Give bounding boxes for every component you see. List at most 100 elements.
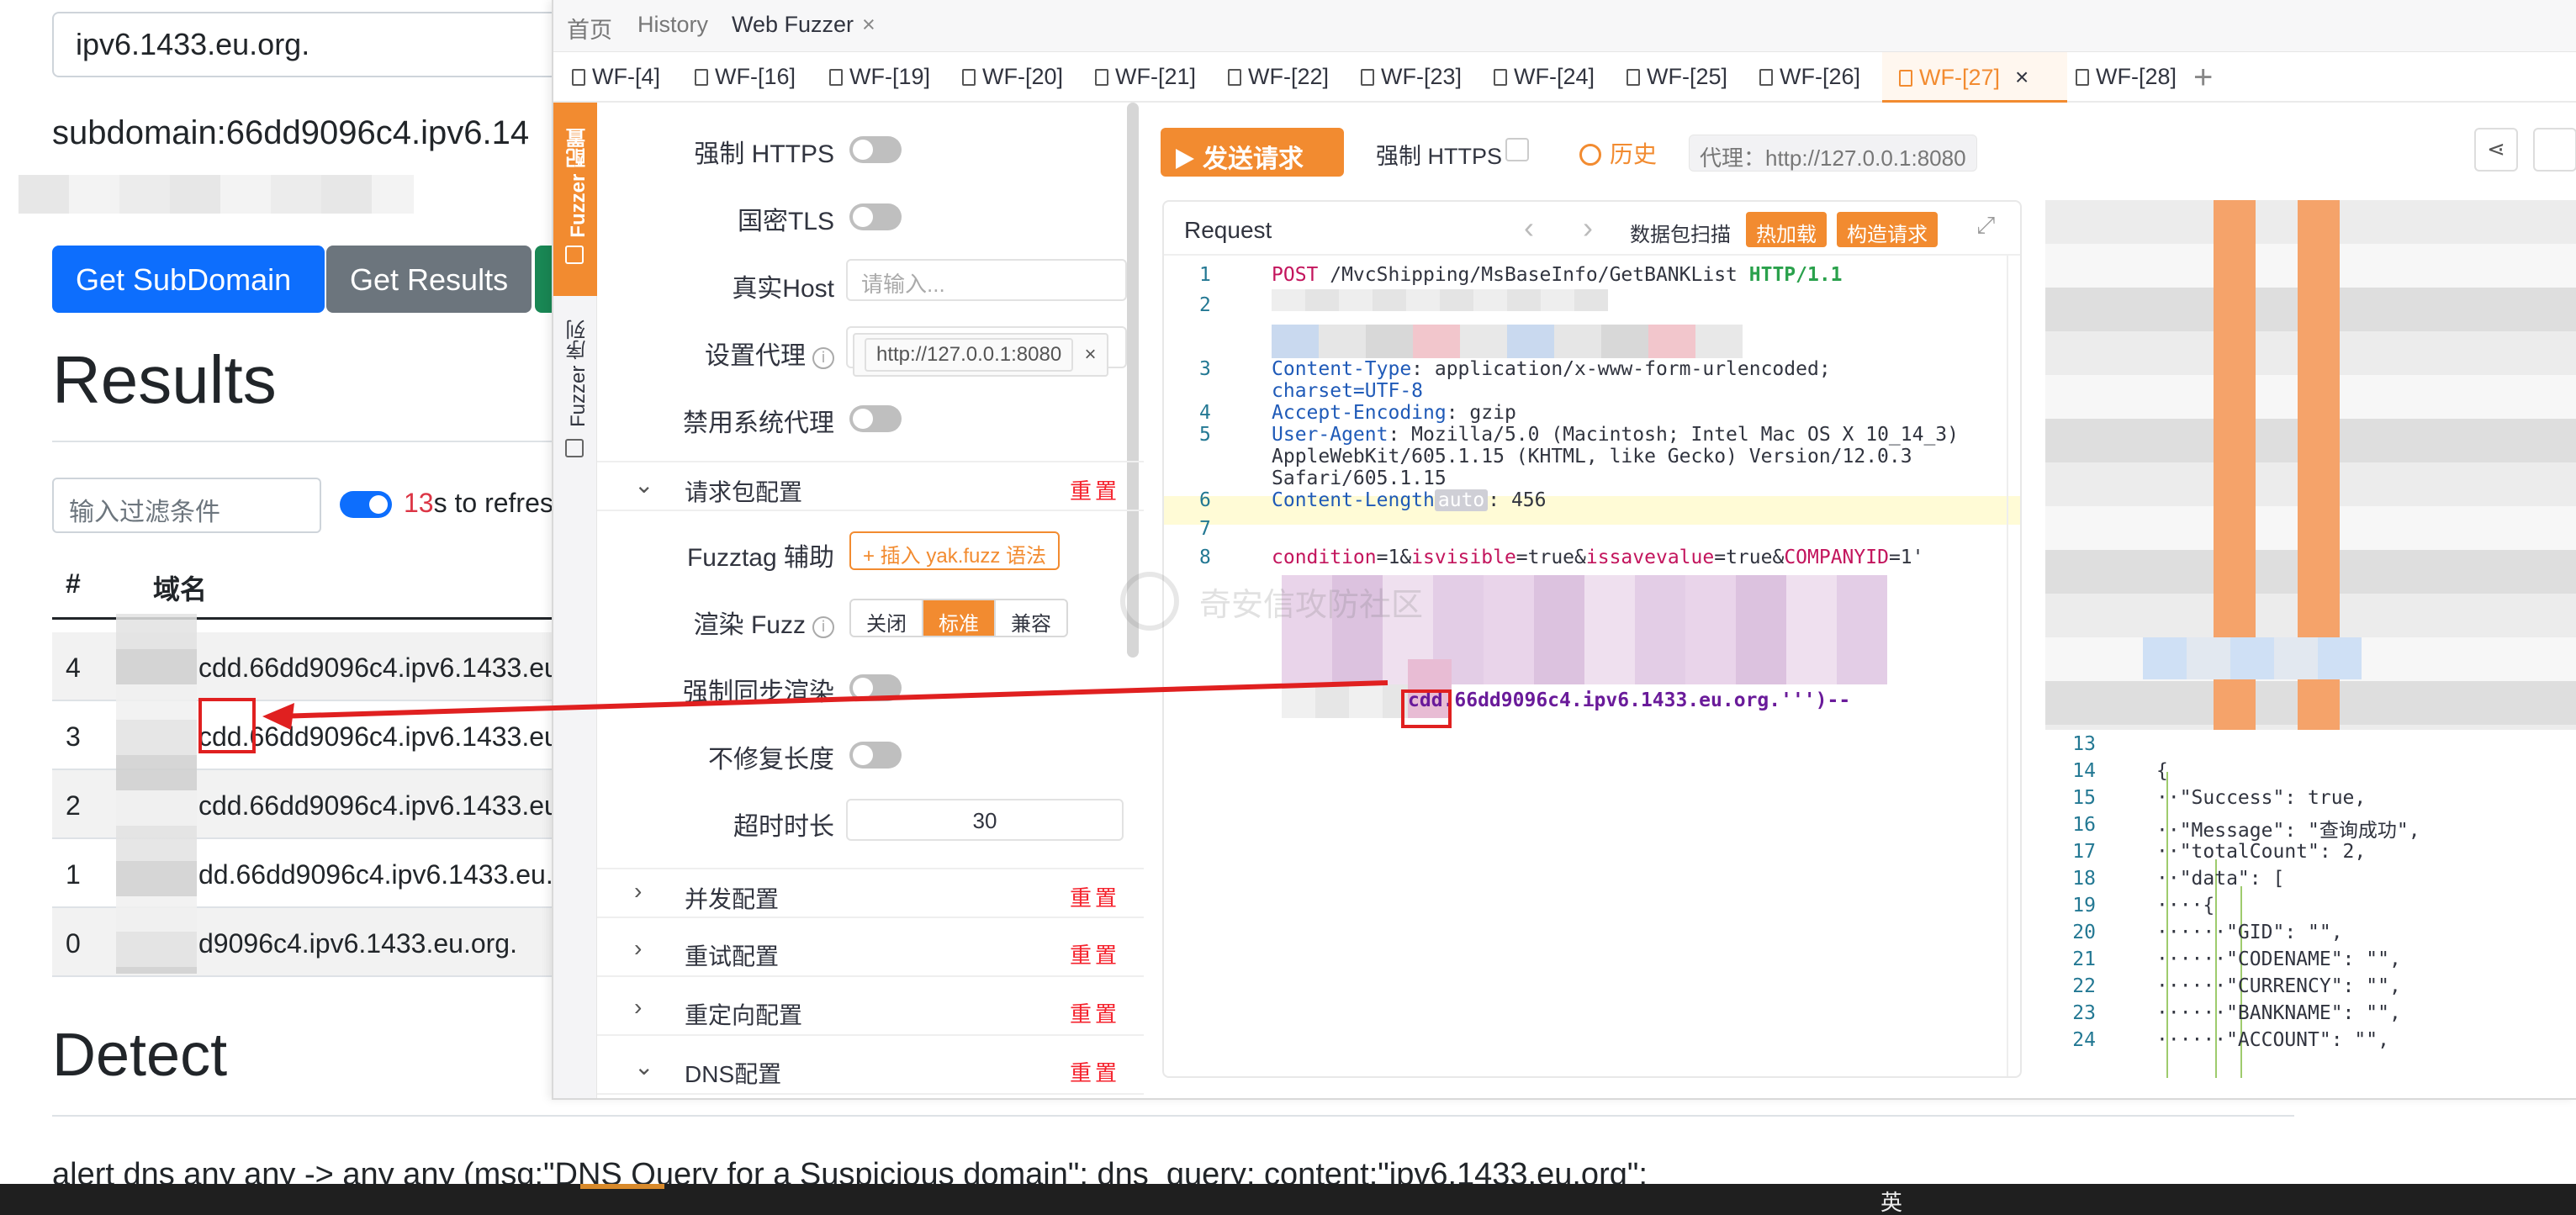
redirect-section[interactable]: › 重定向配置 重置 — [597, 985, 1144, 1036]
fuzzer-side-strip: Fuzzer 配置 Fuzzer 序列 — [553, 103, 597, 1098]
fuzzer-tab-label: WF-[23] — [1381, 64, 1463, 89]
concurrency-section[interactable]: › 并发配置 重置 — [597, 868, 1144, 918]
fuzzer-tab[interactable]: WF-[4] — [572, 64, 660, 90]
close-icon[interactable]: × — [2015, 64, 2029, 90]
guomi-tls-label: 国密TLS — [737, 208, 834, 235]
toolbar-https-checkbox[interactable] — [1505, 138, 1529, 161]
tab-home[interactable]: 首页 — [567, 12, 612, 45]
fuzzer-tab[interactable]: WF-[25] — [1627, 64, 1727, 90]
history-button[interactable]: 历史 — [1579, 136, 1657, 170]
force-https-switch[interactable] — [849, 136, 902, 163]
section-title: 重定向配置 — [685, 1002, 803, 1028]
filter-input[interactable]: 输入过滤条件 — [52, 478, 321, 533]
render-option-off[interactable]: 关闭 — [851, 600, 923, 636]
expand-icon[interactable]: ⤢ — [1976, 212, 1995, 240]
tab-history[interactable]: History — [637, 12, 708, 38]
request-pkg-section[interactable]: ⌄ 请求包配置 重置 — [597, 461, 1144, 511]
row-index: 3 — [66, 721, 81, 752]
response-line: ··"Success": true, — [2156, 787, 2367, 809]
request-path: /MvcShipping/MsBaseInfo/GetBANKList — [1318, 264, 1749, 286]
domain-input[interactable]: ipv6.1433.eu.org. — [52, 12, 590, 77]
get-results-button[interactable]: Get Results — [326, 246, 532, 313]
ime-indicator[interactable]: 英 — [1880, 1186, 1902, 1215]
fuzzer-tab-label: WF-[20] — [982, 64, 1064, 89]
fuzzer-tab[interactable]: WF-[19] — [829, 64, 930, 90]
add-tab-icon[interactable]: + — [2193, 59, 2213, 97]
fuzzer-tab[interactable]: WF-[21] — [1095, 64, 1196, 90]
tab-web-fuzzer[interactable]: Web Fuzzer × — [732, 12, 875, 38]
fuzzer-tab-label: WF-[28] — [2096, 64, 2177, 89]
document-icon — [1095, 69, 1108, 86]
chevron-down-icon: ⌄ — [634, 472, 654, 498]
auto-badge: auto — [1434, 489, 1489, 511]
retry-section[interactable]: › 重试配置 重置 — [597, 927, 1144, 977]
header-value: : 456 — [1488, 489, 1547, 511]
table-header-index: # — [66, 568, 81, 599]
fuzzer-config-side-tab[interactable]: Fuzzer 配置 — [553, 103, 597, 296]
tab-web-fuzzer-label: Web Fuzzer — [732, 12, 854, 37]
response-line: ······"CODENAME": "", — [2156, 948, 2401, 970]
line-number: 19 — [2072, 895, 2096, 917]
row-domain: dd.66dd9096c4.ipv6.1433.eu. — [198, 859, 553, 890]
reset-button[interactable]: 重置 — [1070, 474, 1120, 505]
payload-dns-line: cdd.66dd9096c4.ipv6.1433.eu.org.''')-- — [1408, 689, 1851, 711]
info-icon: i — [812, 616, 834, 638]
packet-scan-button[interactable]: 数据包扫描 — [1620, 212, 1741, 247]
history-nav-arrows[interactable]: ‹ › — [1524, 210, 1613, 246]
line-number: 13 — [2072, 733, 2096, 755]
header-key: Content-Type — [1272, 358, 1412, 380]
reset-button[interactable]: 重置 — [1070, 1056, 1120, 1087]
response-editor[interactable]: 13 14 { 15 ··"Success": true, 16 ··"Mess… — [2034, 733, 2576, 1078]
render-option-compat[interactable]: 兼容 — [996, 600, 1066, 636]
fuzzer-tab[interactable]: WF-[20] — [962, 64, 1063, 90]
request-header: Request ‹ › 数据包扫描 热加载 构造请求 ⤢ — [1164, 202, 2020, 256]
hot-reload-button[interactable]: 热加载 — [1746, 212, 1827, 247]
line-number: 6 — [1199, 489, 1211, 511]
chevron-right-icon: › — [634, 878, 643, 904]
row-domain: d9096c4.ipv6.1433.eu.org. — [198, 928, 517, 959]
proxy-tag-value: http://127.0.0.1:8080 — [865, 338, 1074, 372]
fuzzer-tab[interactable]: WF-[28] — [2076, 64, 2177, 90]
no-fix-length-switch[interactable] — [849, 742, 902, 769]
guomi-tls-switch[interactable] — [849, 203, 902, 230]
real-host-input[interactable]: 请输入... — [846, 259, 1127, 301]
send-request-button[interactable]: 发送请求 — [1161, 128, 1344, 177]
reset-button[interactable]: 重置 — [1070, 881, 1120, 912]
render-option-standard[interactable]: 标准 — [923, 600, 996, 636]
send-icon — [1176, 149, 1194, 169]
fuzzer-tab[interactable]: WF-[23] — [1361, 64, 1462, 90]
dns-section[interactable]: ⌄ DNS配置 重置 — [597, 1044, 1144, 1095]
insert-fuzz-button[interactable]: + 插入 yak.fuzz 语法 — [849, 531, 1061, 570]
get-subdomain-button[interactable]: Get SubDomain — [52, 246, 325, 313]
yakit-window: 首页 History Web Fuzzer × WF-[4] WF-[16] WF… — [552, 0, 2576, 1100]
fuzzer-tab[interactable]: WF-[24] — [1494, 64, 1595, 90]
header-line: Accept-Encoding: gzip — [1272, 402, 1516, 424]
fuzzer-tab-bar: WF-[4] WF-[16] WF-[19] WF-[20] WF-[21] W… — [553, 52, 2576, 103]
redacted-block — [1282, 684, 1416, 718]
table-header-domain: 域名 — [153, 574, 208, 605]
header-continuation: charset=UTF-8 — [1272, 380, 1424, 402]
share-icon[interactable]: ⋖ — [2474, 128, 2518, 172]
fuzzer-tab[interactable]: WF-[26] — [1759, 64, 1860, 90]
request-editor[interactable]: 1 POST /MvcShipping/MsBaseInfo/GetBANKLi… — [1164, 256, 2020, 1076]
export-icon[interactable] — [2533, 128, 2576, 172]
build-request-button[interactable]: 构造请求 — [1837, 212, 1938, 247]
document-icon — [1361, 69, 1374, 86]
response-line: ······"GID": "", — [2156, 922, 2343, 943]
fuzzer-tab[interactable]: WF-[22] — [1228, 64, 1329, 90]
force-sync-render-switch[interactable] — [849, 674, 902, 701]
header-line: Content-Length auto: 456 — [1272, 489, 1547, 511]
reset-button[interactable]: 重置 — [1070, 997, 1120, 1028]
fuzzer-sequence-side-tab[interactable]: Fuzzer 序列 — [563, 320, 593, 427]
timeout-input[interactable]: 30 — [846, 799, 1124, 841]
proxy-select[interactable]: http://127.0.0.1:8080 × — [846, 326, 1127, 377]
header-continuation: Safari/605.1.15 — [1272, 468, 1447, 489]
fuzzer-tab[interactable]: WF-[16] — [695, 64, 796, 90]
reset-button[interactable]: 重置 — [1070, 938, 1120, 969]
auto-refresh-toggle[interactable] — [340, 491, 392, 518]
disable-system-proxy-switch[interactable] — [849, 405, 902, 432]
editor-scrollbar[interactable] — [2007, 256, 2008, 1076]
close-icon[interactable]: × — [862, 12, 875, 37]
close-icon[interactable]: × — [1085, 343, 1097, 367]
fuzzer-tab-active[interactable]: WF-[27] × — [1899, 64, 2029, 91]
